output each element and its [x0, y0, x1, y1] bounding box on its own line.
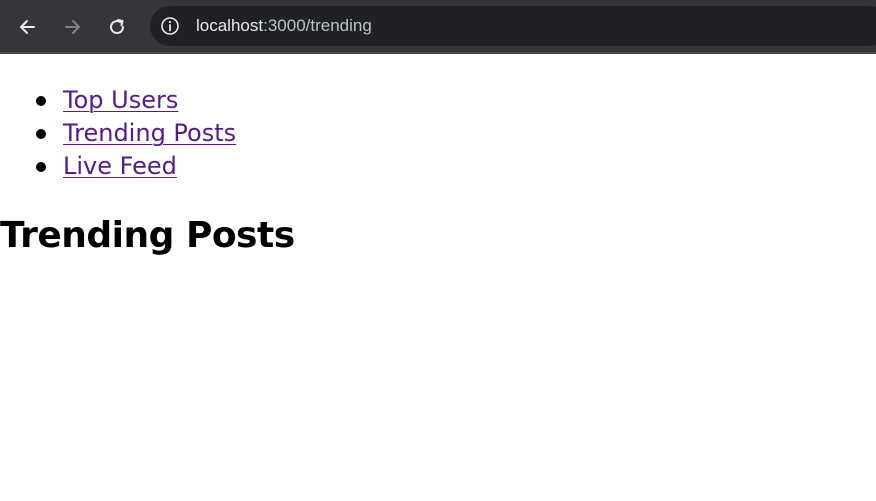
reload-button[interactable]: [101, 11, 133, 43]
list-bullet: [36, 162, 46, 172]
arrow-left-icon: [20, 20, 35, 34]
nav-item-live-feed: Live Feed: [0, 150, 236, 183]
list-bullet: [36, 129, 46, 139]
back-button[interactable]: [12, 11, 44, 43]
browser-toolbar: localhost:3000/trending: [0, 0, 876, 54]
trending-posts-link[interactable]: Trending Posts: [63, 119, 236, 147]
site-info-glyph: [161, 17, 179, 35]
info-icon[interactable]: [159, 15, 181, 37]
nav-item-trending-posts: Trending Posts: [0, 117, 236, 150]
nav-item-top-users: Top Users: [0, 84, 236, 117]
forward-button[interactable]: [56, 11, 88, 43]
url-path: :3000/trending: [263, 16, 372, 35]
address-bar[interactable]: localhost:3000/trending: [150, 6, 876, 46]
reload-icon: [110, 19, 125, 35]
nav-list: Top Users Trending Posts Live Feed: [0, 84, 236, 183]
live-feed-link[interactable]: Live Feed: [63, 152, 177, 180]
arrow-right-icon: [65, 20, 80, 34]
url-host: localhost: [196, 16, 264, 35]
top-users-link[interactable]: Top Users: [63, 86, 178, 114]
page-content: Top Users Trending Posts Live Feed Trend…: [0, 56, 876, 501]
url-text[interactable]: localhost:3000/trending: [196, 16, 372, 36]
page-title: Trending Posts: [0, 215, 295, 256]
list-bullet: [36, 96, 46, 106]
